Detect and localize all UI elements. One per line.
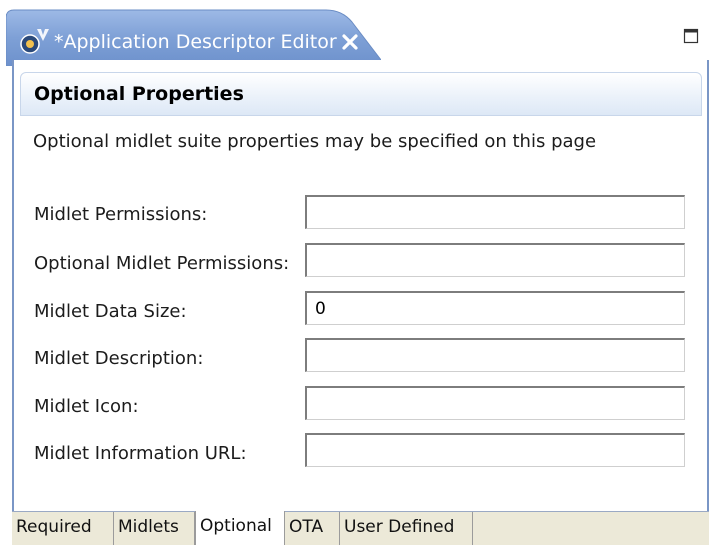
midlet-data-size-label: Midlet Data Size: [34,301,187,322]
section-description: Optional midlet suite properties may be … [33,131,597,152]
midlet-icon-input[interactable] [305,386,685,420]
editor-bottom-margin [0,545,714,553]
tab-midlets[interactable]: Midlets [114,512,195,545]
midlet-information-url-input[interactable] [305,433,685,467]
midlet-description-input[interactable] [305,338,685,372]
optional-midlet-permissions-input[interactable] [305,243,685,277]
editor-tab-title: *Application Descriptor Editor [54,31,337,53]
optional-midlet-permissions-label: Optional Midlet Permissions: [34,253,290,274]
section-title: Optional Properties [34,83,244,105]
midlet-permissions-input[interactable] [305,195,685,229]
midlet-information-url-label: Midlet Information URL: [34,443,247,464]
tab-required[interactable]: Required [12,512,114,545]
page-tab-bar: Required Midlets Optional OTA User Defin… [12,511,709,546]
application-descriptor-icon [19,26,49,56]
midlet-description-label: Midlet Description: [34,348,204,369]
midlet-icon-label: Midlet Icon: [34,396,139,417]
close-icon[interactable] [342,34,358,50]
tab-optional[interactable]: Optional [195,511,285,546]
maximize-icon[interactable] [683,28,699,44]
editor-tab-bar: *Application Descriptor Editor [0,0,714,66]
tab-user-defined[interactable]: User Defined [340,512,473,545]
tab-ota[interactable]: OTA [285,512,340,545]
section-header: Optional Properties [20,72,702,116]
midlet-permissions-label: Midlet Permissions: [34,204,208,225]
midlet-data-size-input[interactable] [305,291,685,325]
editor-tab[interactable]: *Application Descriptor Editor [6,8,381,66]
application-descriptor-editor: *Application Descriptor Editor Optional … [0,0,714,553]
